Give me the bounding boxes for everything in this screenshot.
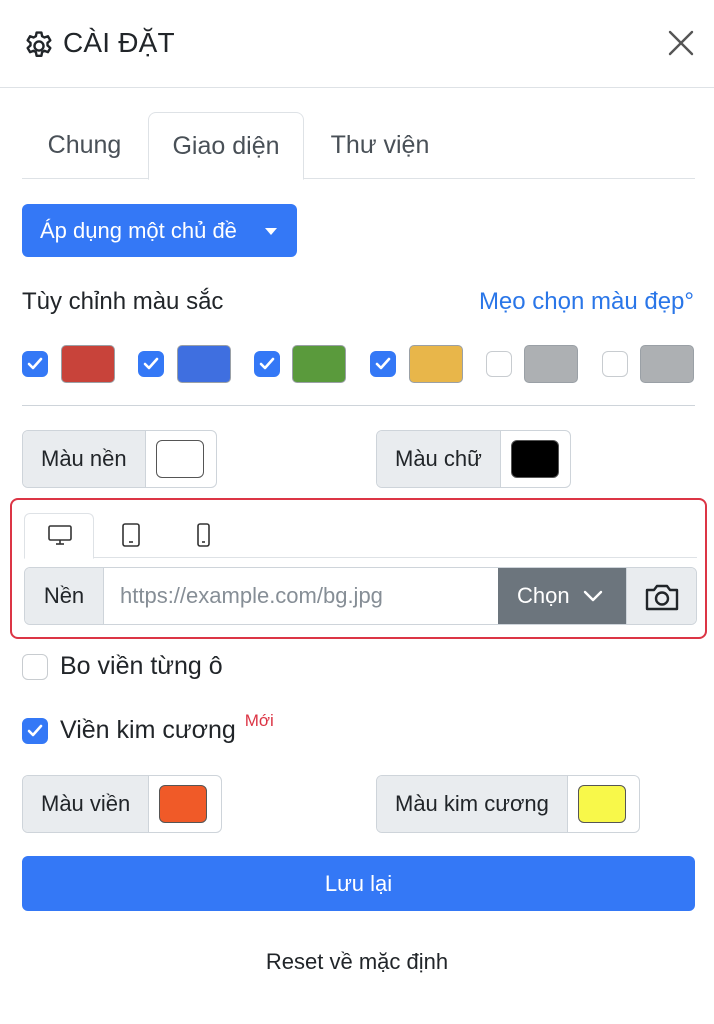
- check-icon: [375, 357, 391, 370]
- tab-tablet[interactable]: [96, 513, 166, 559]
- background-image-panel: Nền Chọn: [10, 498, 707, 639]
- settings-header: CÀI ĐẶT: [0, 0, 714, 88]
- color-swatch-4[interactable]: [409, 345, 463, 383]
- tab-phone[interactable]: [168, 513, 238, 559]
- color-swatch-6[interactable]: [640, 345, 694, 383]
- cell-border-label: Bo viền từng ô: [60, 652, 223, 680]
- camera-button[interactable]: [626, 568, 696, 624]
- choose-button[interactable]: Chọn: [498, 568, 626, 624]
- diamond-border-label: Viền kim cương Mới: [60, 711, 274, 749]
- color-swatch-row: [22, 345, 695, 383]
- text-color-label: Màu chữ: [377, 431, 501, 487]
- color-swatch-2[interactable]: [177, 345, 231, 383]
- color-tips-link[interactable]: Mẹo chọn màu đẹp°: [479, 286, 694, 318]
- gear-icon: [26, 31, 52, 57]
- diamond-border-text: Viền kim cương: [60, 716, 236, 744]
- swatch-checkbox-6[interactable]: [602, 351, 628, 377]
- background-color-group: Màu nền: [22, 430, 217, 488]
- swatch-checkbox-5[interactable]: [486, 351, 512, 377]
- border-color-picker[interactable]: [159, 785, 208, 823]
- check-icon: [259, 357, 275, 370]
- device-tabs: [24, 513, 697, 559]
- check-icon: [27, 357, 43, 370]
- reset-defaults-link[interactable]: Reset về mặc định: [0, 946, 714, 978]
- camera-icon: [645, 584, 679, 611]
- text-color-group: Màu chữ: [376, 430, 571, 488]
- background-url-label: Nền: [25, 568, 104, 624]
- new-badge: Mới: [244, 711, 274, 730]
- chevron-down-icon: [583, 590, 603, 602]
- phone-icon: [197, 523, 210, 547]
- swatch-checkbox-4[interactable]: [370, 351, 396, 377]
- tab-desktop[interactable]: [24, 513, 94, 559]
- diamond-color-label: Màu kim cương: [377, 776, 568, 832]
- choose-label: Chọn: [517, 583, 570, 608]
- color-swatch-3[interactable]: [292, 345, 346, 383]
- swatch-checkbox-3[interactable]: [254, 351, 280, 377]
- swatch-checkbox-2[interactable]: [138, 351, 164, 377]
- text-color-picker[interactable]: [510, 440, 559, 478]
- diamond-color-group: Màu kim cương: [376, 775, 640, 833]
- background-color-label: Màu nền: [23, 431, 146, 487]
- tablet-icon: [122, 523, 140, 547]
- border-color-label: Màu viền: [23, 776, 150, 832]
- background-url-group: Nền Chọn: [24, 567, 697, 625]
- close-icon[interactable]: [666, 28, 696, 58]
- swatch-checkbox-1[interactable]: [22, 351, 48, 377]
- caret-down-icon: [265, 228, 277, 235]
- desktop-icon: [48, 525, 72, 545]
- page-title: CÀI ĐẶT: [63, 27, 175, 58]
- background-color-picker[interactable]: [155, 440, 204, 478]
- tab-general[interactable]: Chung: [22, 112, 147, 179]
- settings-tabs: Chung Giao diện Thư viện: [22, 112, 695, 180]
- tab-appearance[interactable]: Giao diện: [148, 112, 304, 180]
- cell-border-checkbox[interactable]: [22, 654, 48, 680]
- apply-theme-dropdown[interactable]: Áp dụng một chủ đề: [22, 204, 297, 257]
- diamond-border-checkbox[interactable]: [22, 718, 48, 744]
- custom-colors-label: Tùy chỉnh màu sắc: [22, 288, 224, 315]
- tab-library[interactable]: Thư viện: [308, 112, 452, 179]
- background-url-input[interactable]: [104, 568, 498, 624]
- color-swatch-1[interactable]: [61, 345, 115, 383]
- border-color-group: Màu viền: [22, 775, 222, 833]
- check-icon: [143, 357, 159, 370]
- save-button[interactable]: Lưu lại: [22, 856, 695, 911]
- apply-theme-label: Áp dụng một chủ đề: [40, 218, 237, 243]
- check-icon: [27, 724, 43, 737]
- section-divider: [22, 405, 695, 406]
- color-swatch-5[interactable]: [524, 345, 578, 383]
- diamond-color-picker[interactable]: [577, 785, 626, 823]
